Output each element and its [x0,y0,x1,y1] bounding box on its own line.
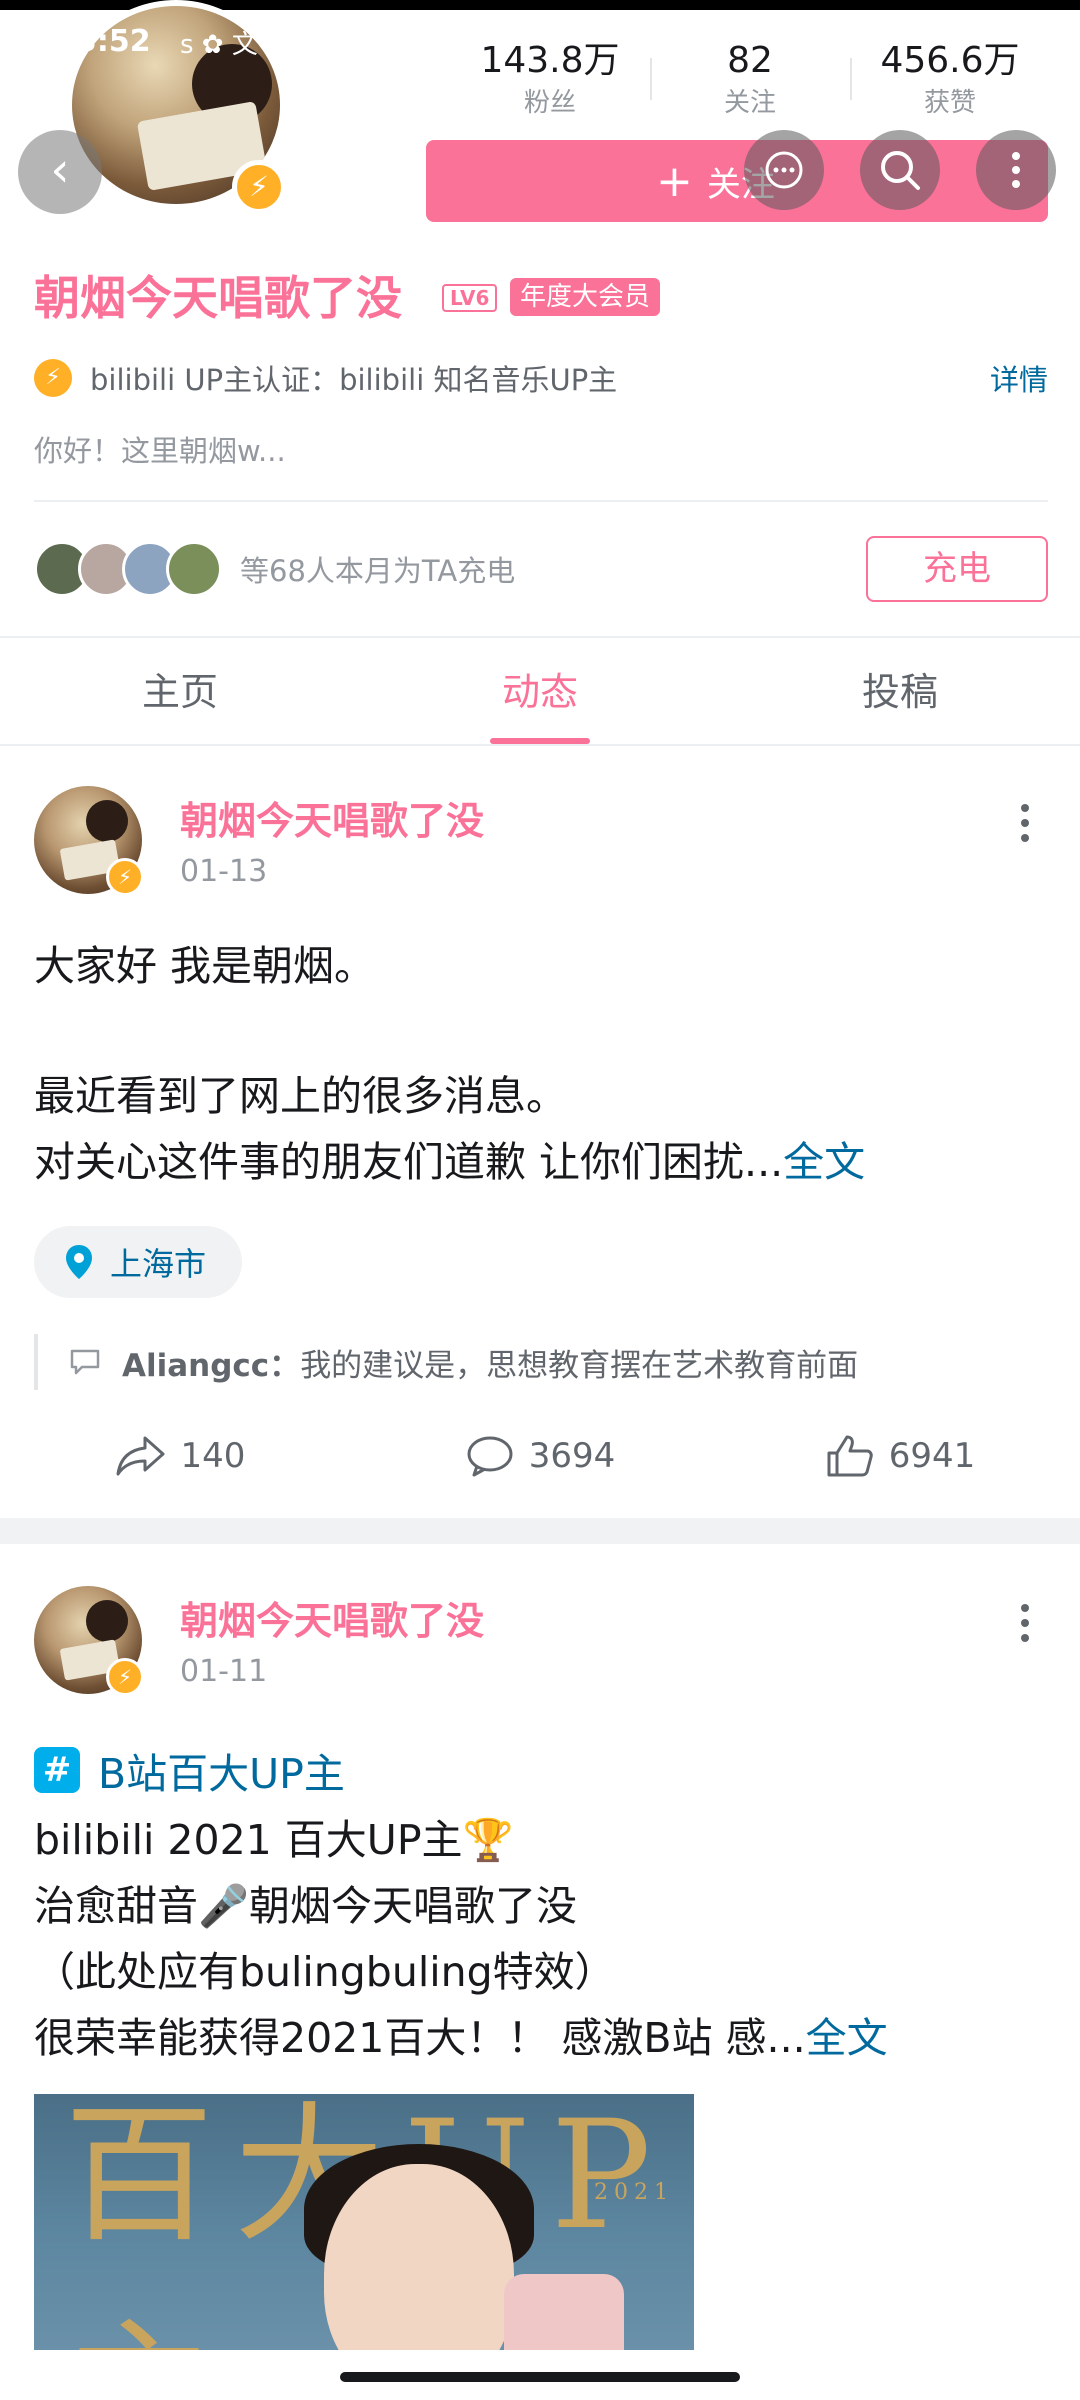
comment-button[interactable]: 3694 [360,1424,720,1488]
comment-text: 我的建议是，思想教育摆在艺术教育前面 [300,1347,859,1384]
topic-label: B站百大UP主 [98,1750,345,1798]
stat-following[interactable]: 82 关注 [650,36,850,126]
dot [1021,1634,1029,1642]
post-text-line: 大家好 我是朝烟。 [34,942,376,990]
stat-value: 82 [727,40,773,81]
share-count: 140 [180,1436,246,1476]
image-year-text: 2021 [594,2180,674,2205]
post-image[interactable]: 百大UP主 2021 [34,2094,694,2350]
stat-likes[interactable]: 456.6万 获赞 [850,36,1050,126]
post-text-line: 治愈甜音🎤朝烟今天唱歌了没 [34,1882,578,1930]
message-button[interactable] [744,130,824,210]
chat-bubble-icon [765,151,803,189]
comment-icon [70,1349,100,1375]
plus-icon: + [656,155,693,207]
more-button[interactable] [976,130,1056,210]
stat-value: 143.8万 [480,40,620,81]
post-text-line: 对关心这件事的朋友们道歉 让你们困扰...全文 [34,1128,865,1188]
divider [34,500,1048,502]
dot [1021,834,1029,842]
hashtag-icon: # [34,1747,80,1793]
chevron-left-icon: ‹ [50,142,70,198]
dot [1021,1604,1029,1612]
topic-tag[interactable]: # B站百大UP主 [34,1740,345,1800]
tab-home[interactable]: 主页 [0,640,360,744]
avatar-hair [86,1600,128,1642]
home-indicator[interactable] [340,2372,740,2382]
image-person-shirt [504,2274,624,2350]
stat-label: 获赞 [923,88,976,118]
charge-row: 等68人本月为TA充电 充电 [34,536,1048,602]
follow-button[interactable]: + 关注 [426,140,1048,222]
supporter-avatar [166,541,222,597]
dot [1021,1619,1029,1627]
comment-icon [467,1436,513,1477]
back-button[interactable]: ‹ [18,130,102,214]
charge-avatars[interactable] [34,541,222,597]
profile-bio[interactable]: 你好！这里朝烟w... [34,428,286,470]
charge-text: 等68人本月为TA充电 [240,554,516,588]
dot [1021,804,1029,812]
level-badge: LV6 [442,284,498,312]
details-link[interactable]: 详情 [990,357,1048,399]
location-label: 上海市 [110,1245,207,1283]
post-text-truncated: 很荣幸能获得2021百大！！ 感激B站 感... [34,2014,806,2062]
post-author-name[interactable]: 朝烟今天唱歌了没 [180,1590,484,1645]
divider [0,636,1080,638]
post-text-line: （此处应有bulingbuling特效） [34,1948,616,1996]
like-count: 6941 [888,1436,976,1476]
like-button[interactable]: 6941 [720,1424,1080,1488]
lightning-icon: ⚡ [106,858,144,896]
post-more-button[interactable] [1010,1598,1040,1648]
post-actions: 140 3694 6941 [0,1424,1080,1488]
lightning-icon: ⚡ [106,1658,144,1696]
comment-count: 3694 [528,1436,616,1476]
post-text-truncated: 对关心这件事的朋友们道歉 让你们困扰... [34,1138,784,1186]
thumbs-up-icon [827,1435,873,1477]
full-text-link[interactable]: 全文 [783,1138,865,1186]
hot-comment[interactable]: Aliangcc： 我的建议是，思想教育摆在艺术教育前面 [34,1334,1048,1390]
profile-stats: 143.8万 粉丝 82 关注 456.6万 获赞 [450,36,1050,126]
tab-dynamics[interactable]: 动态 [360,640,720,744]
post-date: 01-13 [180,854,268,889]
post-date: 01-11 [180,1654,268,1689]
post-separator [0,1518,1080,1544]
status-time: 3:52 [76,24,151,59]
avatar-hair [86,800,128,842]
comment-username: Aliangcc： [122,1347,301,1384]
post-more-button[interactable] [1010,798,1040,848]
post-author-name[interactable]: 朝烟今天唱歌了没 [180,790,484,845]
stat-value: 456.6万 [880,40,1020,81]
vip-badge[interactable]: 年度大会员 [510,278,661,316]
certification-text: bilibili UP主认证：bilibili 知名音乐UP主 [90,363,618,397]
full-text-link[interactable]: 全文 [806,2014,888,2062]
lightning-icon: ⚡ [34,359,72,397]
lightning-icon: ⚡ [232,160,286,214]
profile-name: 朝烟今天唱歌了没 [34,271,402,325]
status-icons: ꜱ ✿ 文 [180,30,258,60]
charge-button[interactable]: 充电 [866,536,1048,602]
certification-row: ⚡ bilibili UP主认证：bilibili 知名音乐UP主 详情 [34,356,1048,400]
more-vertical-icon [1012,152,1020,188]
post-text-line: bilibili 2021 百大UP主🏆 [34,1816,514,1864]
post-text-line: 很荣幸能获得2021百大！！ 感激B站 感...全文 [34,2004,888,2064]
dot [1021,819,1029,827]
stat-label: 关注 [723,88,776,118]
post-text-line: 最近看到了网上的很多消息。 [34,1072,567,1120]
search-button[interactable] [860,130,940,210]
search-icon [881,151,920,190]
profile-tabs: 主页 动态 投稿 [0,640,1080,746]
location-tag[interactable]: 上海市 [34,1226,243,1298]
share-icon [116,1436,165,1476]
share-button[interactable]: 140 [0,1424,360,1488]
stat-fans[interactable]: 143.8万 粉丝 [450,36,650,126]
stat-label: 粉丝 [523,88,576,118]
location-pin-icon [66,1245,92,1279]
tab-uploads[interactable]: 投稿 [720,640,1080,744]
